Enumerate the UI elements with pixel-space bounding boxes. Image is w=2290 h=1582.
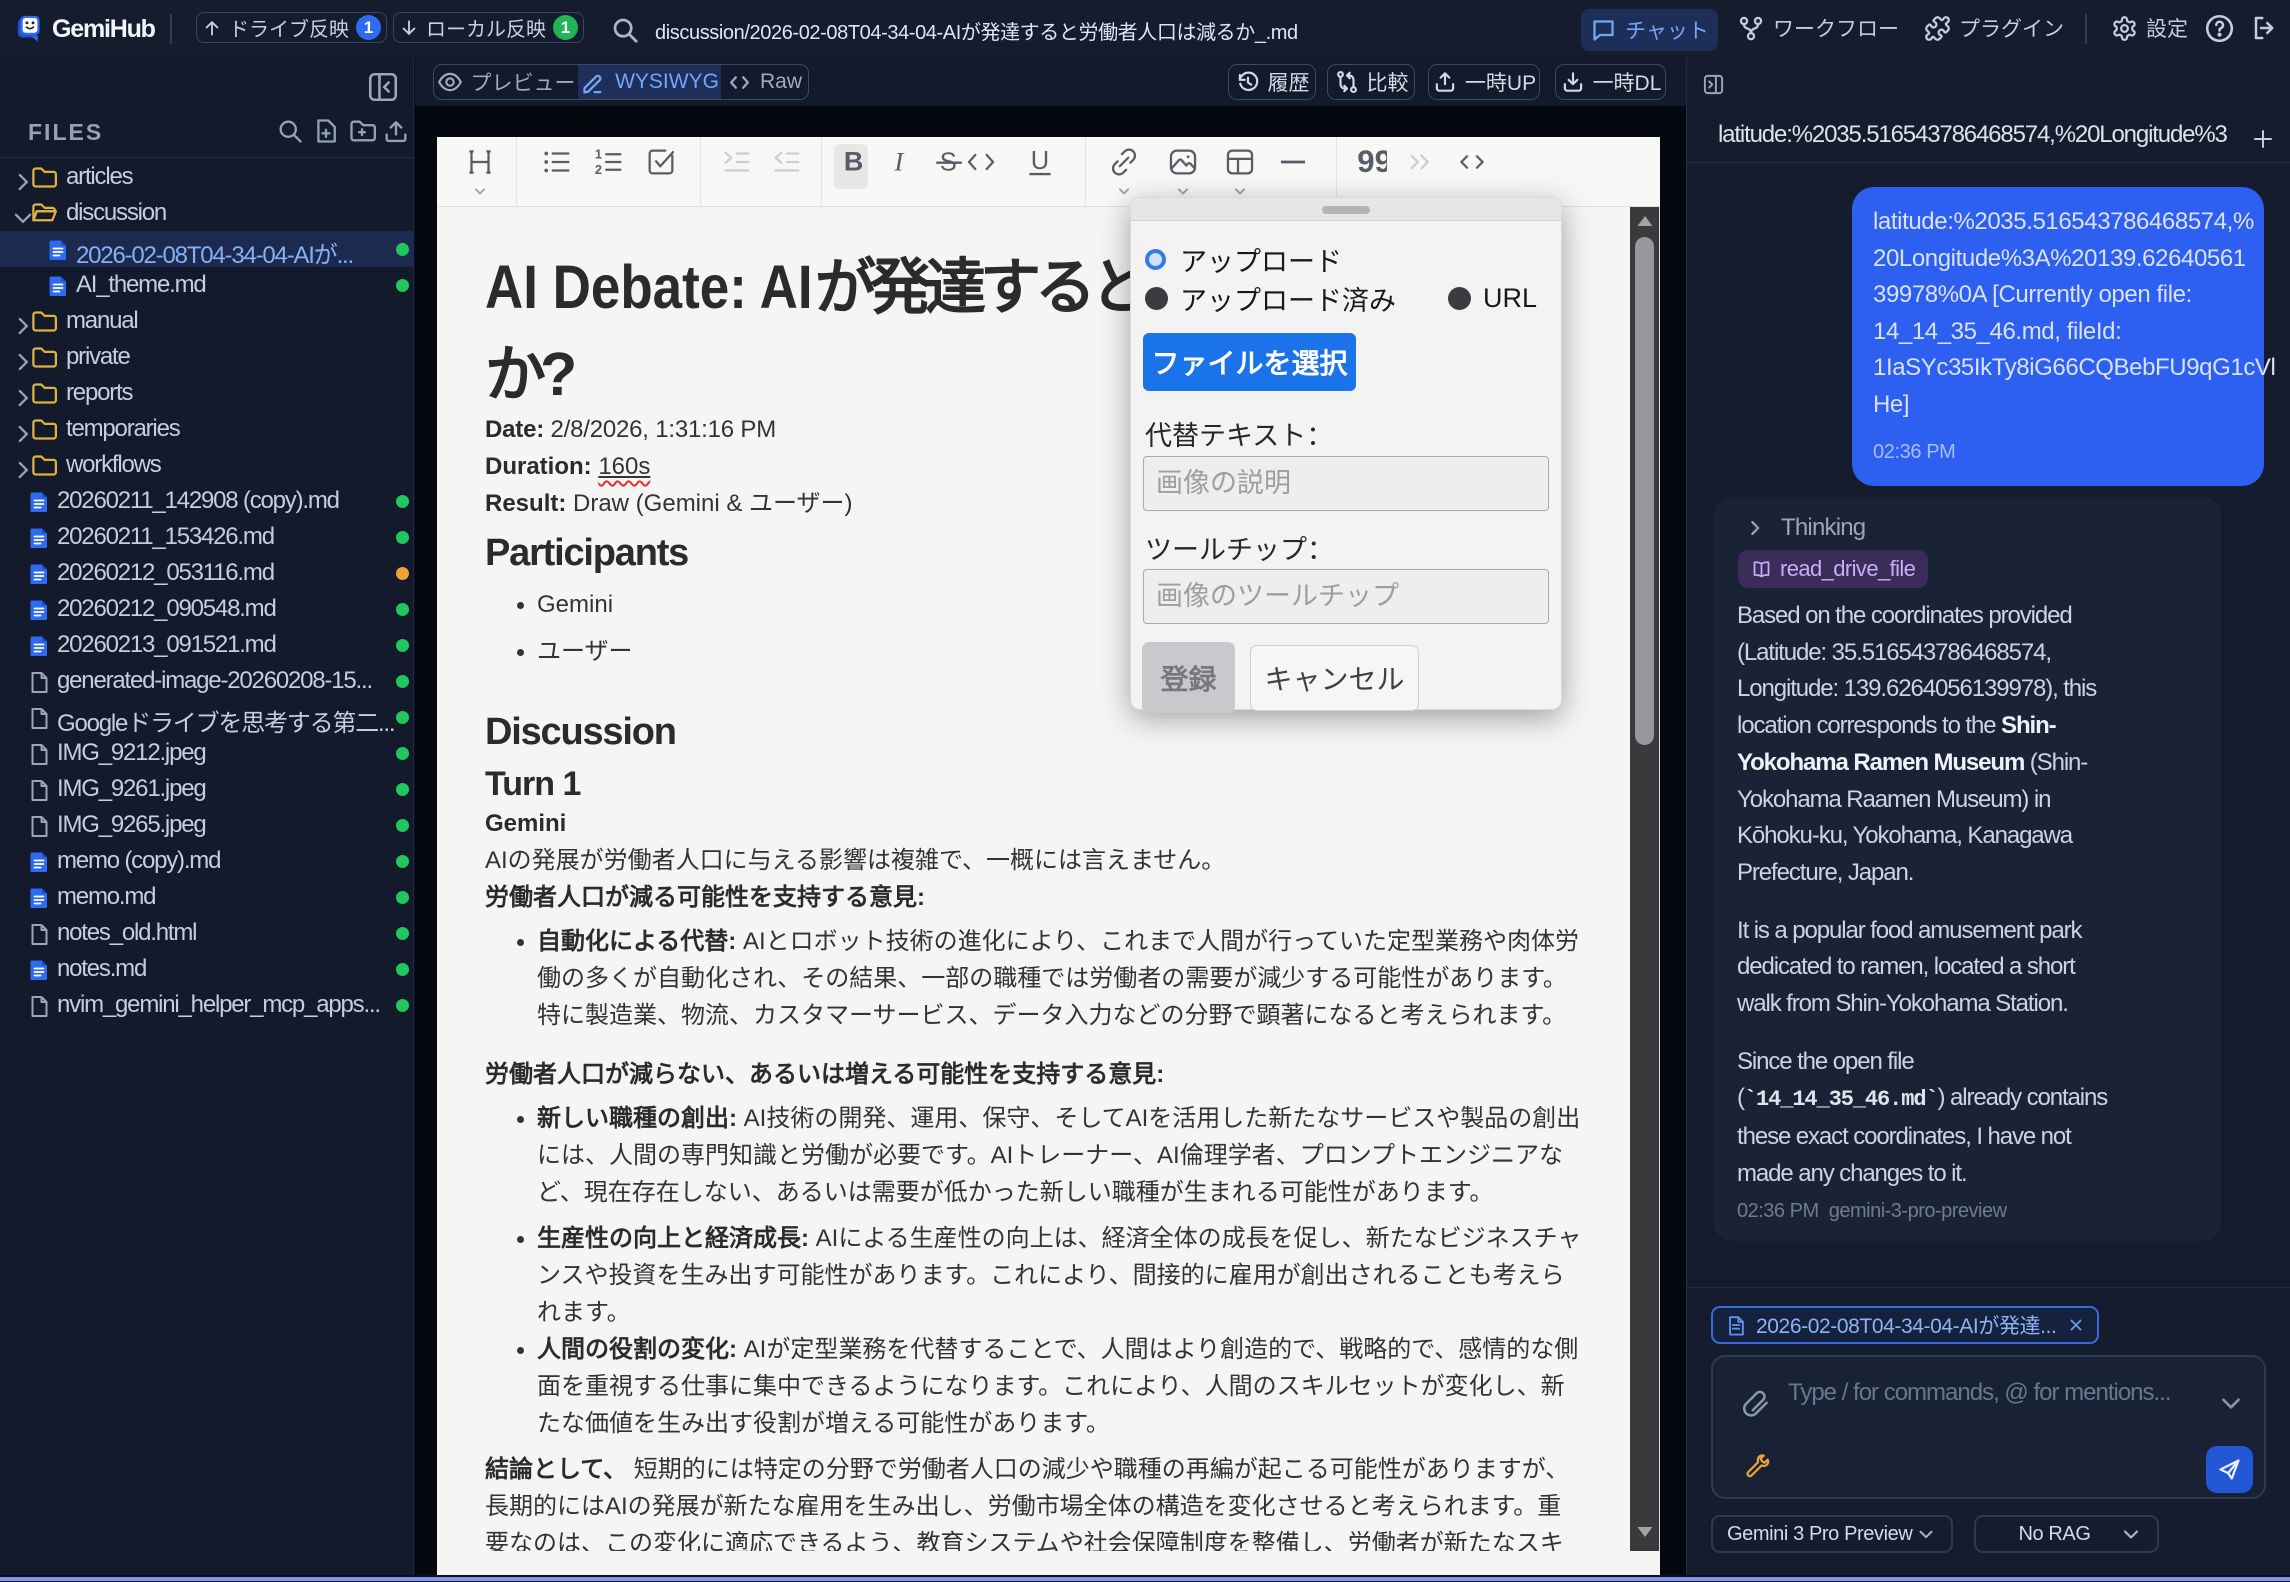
svg-text:2: 2 bbox=[595, 162, 602, 177]
svg-text:99: 99 bbox=[1357, 145, 1387, 179]
svg-text:I: I bbox=[893, 147, 905, 177]
svg-text:1: 1 bbox=[595, 146, 602, 161]
svg-text:B: B bbox=[844, 147, 863, 177]
svg-text:U: U bbox=[1031, 147, 1049, 175]
